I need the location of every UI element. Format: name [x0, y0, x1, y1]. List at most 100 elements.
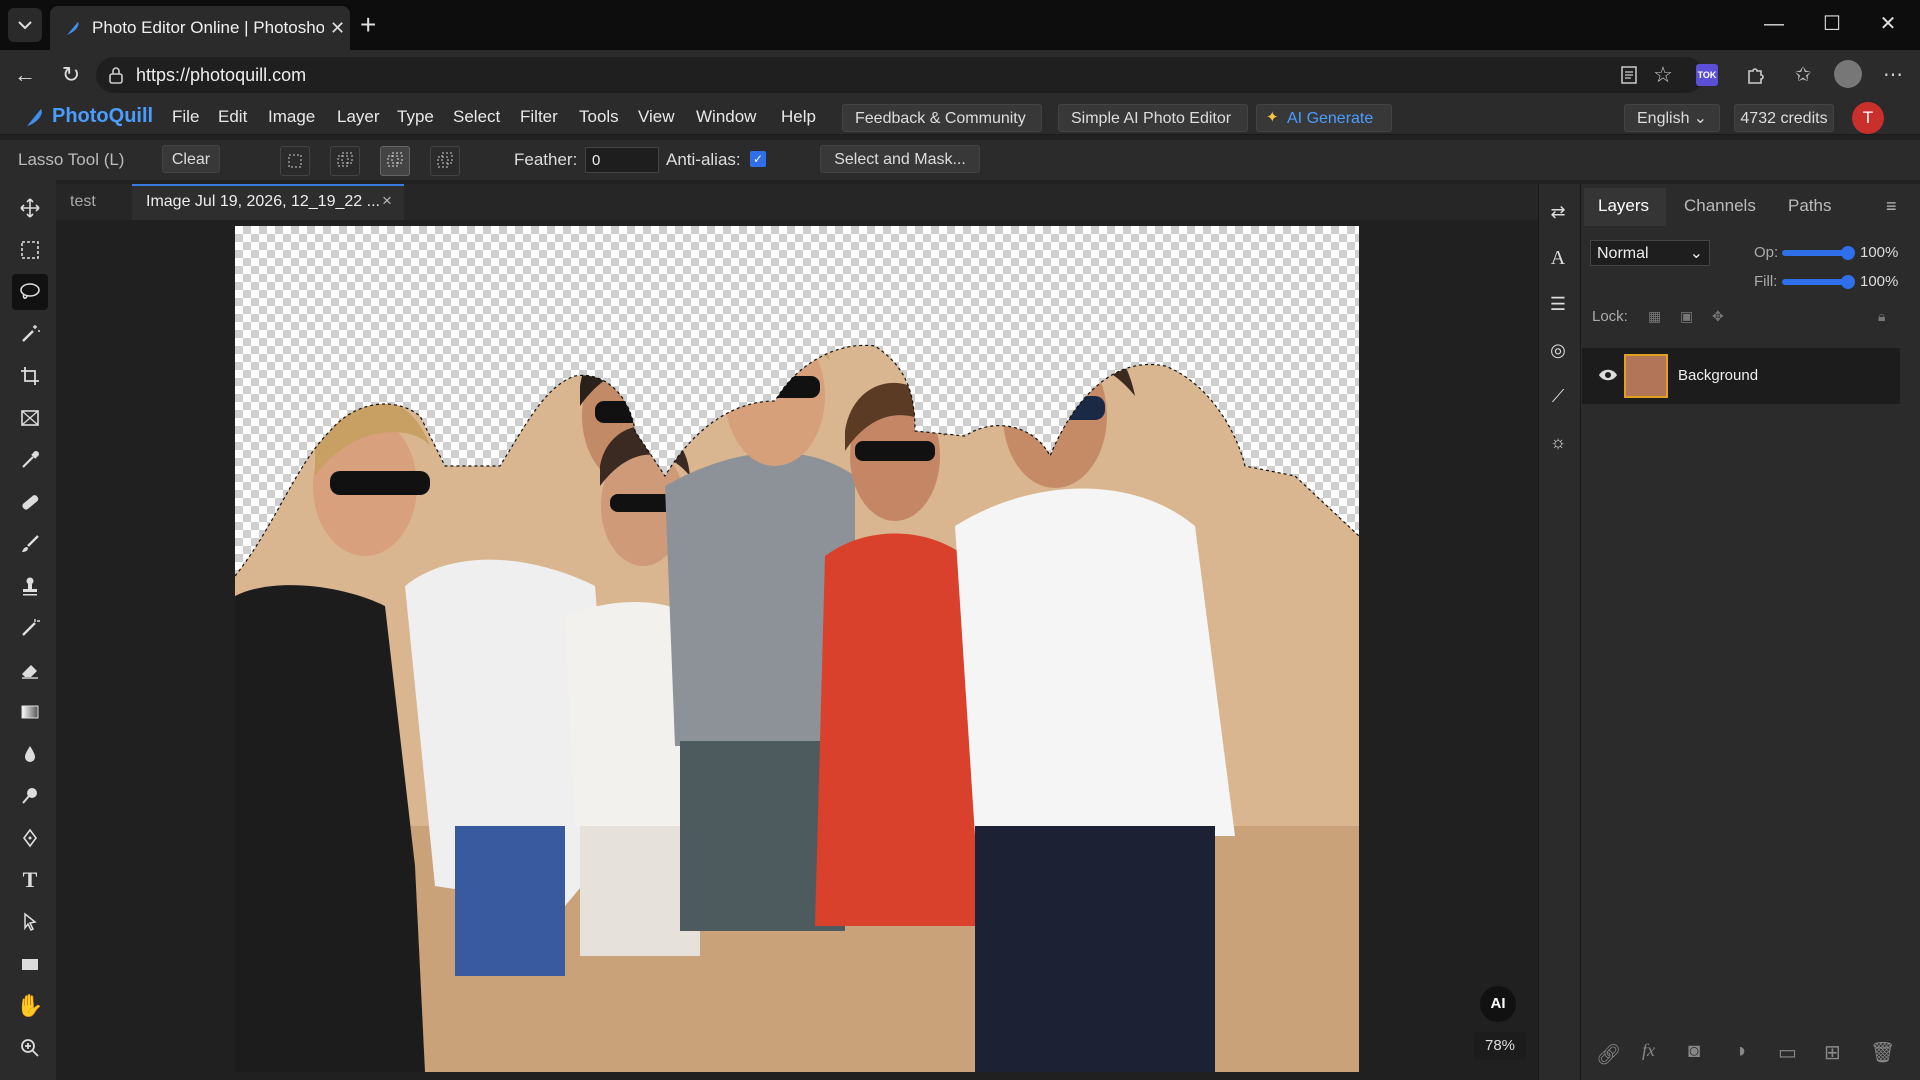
gradient-tool-icon[interactable] [12, 694, 48, 730]
menu-file[interactable]: File [172, 107, 199, 127]
fill-slider[interactable] [1782, 279, 1848, 285]
healing-brush-icon[interactable] [12, 484, 48, 520]
more-options-icon[interactable]: ⋯ [1880, 62, 1906, 88]
menu-select[interactable]: Select [453, 107, 500, 127]
layer-thumbnail[interactable] [1624, 354, 1668, 398]
menu-edit[interactable]: Edit [218, 107, 247, 127]
clone-stamp-icon[interactable] [12, 568, 48, 604]
favorites-icon[interactable]: ✩ [1790, 62, 1816, 88]
character-panel-icon[interactable]: A [1544, 244, 1572, 272]
new-tab-button[interactable]: + [360, 11, 376, 39]
minimize-icon[interactable]: — [1760, 10, 1788, 38]
panel-menu-icon[interactable]: ≡ [1886, 196, 1897, 217]
select-and-mask-button[interactable]: Select and Mask... [820, 145, 980, 173]
pen-tool-icon[interactable] [12, 820, 48, 856]
puzzle-icon[interactable] [1742, 62, 1768, 88]
brush-settings-icon[interactable]: ⟋ [1544, 382, 1572, 410]
extension-icon[interactable]: TOK [1696, 64, 1718, 86]
ai-assistant-button[interactable]: AI [1480, 986, 1516, 1022]
zoom-level[interactable]: 78% [1474, 1032, 1526, 1060]
crop-tool-icon[interactable] [12, 358, 48, 394]
user-avatar[interactable]: T [1852, 102, 1884, 134]
photo-subjects-image[interactable] [235, 226, 1359, 1072]
history-panel-icon[interactable]: ⇄ [1544, 198, 1572, 226]
menu-filter[interactable]: Filter [520, 107, 558, 127]
menu-image[interactable]: Image [268, 107, 315, 127]
magic-wand-icon[interactable] [12, 316, 48, 352]
lasso-tool-icon[interactable] [12, 274, 48, 310]
lock-transparency-icon[interactable]: ▦ [1648, 308, 1664, 324]
opacity-slider[interactable] [1782, 250, 1848, 256]
reading-view-icon[interactable] [1616, 62, 1642, 88]
move-tool-icon[interactable] [12, 190, 48, 226]
credits-badge[interactable]: 4732 credits [1734, 104, 1834, 132]
history-brush-icon[interactable] [12, 610, 48, 646]
brand-name[interactable]: PhotoQuill [52, 105, 153, 128]
adjustment-layer-icon[interactable]: ◑ [1734, 1040, 1746, 1063]
blend-mode-select[interactable]: Normal ⌄ [1590, 240, 1710, 266]
tab-paths[interactable]: Paths [1788, 196, 1831, 216]
profile-avatar[interactable] [1834, 60, 1862, 88]
url-field[interactable] [96, 57, 1704, 93]
lock-all-icon[interactable]: 🔒︎ [1878, 308, 1894, 324]
type-tool-icon[interactable]: T [12, 862, 48, 898]
menu-view[interactable]: View [638, 107, 675, 127]
sparkle-icon: ✦ [1266, 109, 1279, 126]
doc-tab-test[interactable]: test [70, 193, 96, 211]
close-window-icon[interactable]: ✕ [1874, 10, 1902, 38]
close-doc-icon[interactable]: × [382, 191, 392, 211]
lock-position-icon[interactable]: ✥ [1712, 308, 1728, 324]
fx-icon[interactable]: fx [1642, 1040, 1655, 1061]
rectangle-tool-icon[interactable] [12, 946, 48, 982]
eraser-tool-icon[interactable] [12, 652, 48, 688]
path-select-icon[interactable] [12, 904, 48, 940]
new-selection-icon[interactable] [280, 146, 310, 176]
close-tab-icon[interactable]: ✕ [330, 18, 345, 39]
blur-tool-icon[interactable] [12, 736, 48, 772]
feedback-button[interactable]: Feedback & Community [842, 104, 1042, 132]
color-panel-icon[interactable]: ◎ [1544, 336, 1572, 364]
link-layers-icon[interactable]: 🔗︎ [1596, 1042, 1621, 1067]
fill-slider-knob[interactable] [1841, 275, 1855, 289]
eye-visibility-icon[interactable] [1598, 368, 1618, 382]
feather-input[interactable] [585, 147, 659, 173]
adjustments-panel-icon[interactable]: ☰ [1544, 290, 1572, 318]
lock-icon[interactable] [108, 66, 124, 84]
language-select[interactable]: English ⌄ [1624, 104, 1720, 132]
star-icon[interactable]: ☆ [1650, 62, 1676, 88]
new-group-icon[interactable]: ▭ [1778, 1040, 1797, 1065]
maximize-icon[interactable]: ☐ [1818, 10, 1846, 38]
tab-menu-button[interactable] [8, 8, 42, 42]
menu-type[interactable]: Type [397, 107, 434, 127]
lightbulb-icon[interactable]: ☼ [1544, 428, 1572, 456]
menu-window[interactable]: Window [696, 107, 756, 127]
clear-button[interactable]: Clear [162, 145, 220, 173]
zoom-tool-icon[interactable] [12, 1030, 48, 1066]
dodge-tool-icon[interactable] [12, 778, 48, 814]
intersect-selection-icon[interactable] [430, 146, 460, 176]
lock-pixels-icon[interactable]: ▣ [1680, 308, 1696, 324]
menu-tools[interactable]: Tools [579, 107, 619, 127]
simple-ai-button[interactable]: Simple AI Photo Editor [1058, 104, 1248, 132]
tab-channels[interactable]: Channels [1684, 196, 1756, 216]
opacity-slider-knob[interactable] [1841, 246, 1855, 260]
chevron-down-icon: ⌄ [1689, 245, 1703, 262]
menu-help[interactable]: Help [781, 107, 816, 127]
frame-tool-icon[interactable] [12, 400, 48, 436]
layer-name[interactable]: Background [1678, 367, 1758, 384]
reload-icon[interactable]: ↻ [58, 62, 84, 88]
back-arrow-icon[interactable]: ← [12, 62, 38, 88]
subtract-selection-icon[interactable] [380, 146, 410, 176]
browser-tab-active[interactable]: Photo Editor Online | Photoshop A ✕ [50, 6, 350, 50]
marquee-tool-icon[interactable] [12, 232, 48, 268]
eyedropper-icon[interactable] [12, 442, 48, 478]
brush-tool-icon[interactable] [12, 526, 48, 562]
lock-label: Lock: [1592, 308, 1628, 325]
add-mask-icon[interactable]: ◙ [1688, 1040, 1700, 1063]
add-selection-icon[interactable] [330, 146, 360, 176]
antialias-checkbox[interactable]: ✓ [750, 151, 766, 167]
menu-layer[interactable]: Layer [337, 107, 380, 127]
new-layer-icon[interactable]: ⊞ [1824, 1040, 1841, 1065]
delete-layer-icon[interactable]: 🗑︎ [1870, 1040, 1895, 1065]
hand-tool-icon[interactable]: ✋ [12, 988, 48, 1024]
